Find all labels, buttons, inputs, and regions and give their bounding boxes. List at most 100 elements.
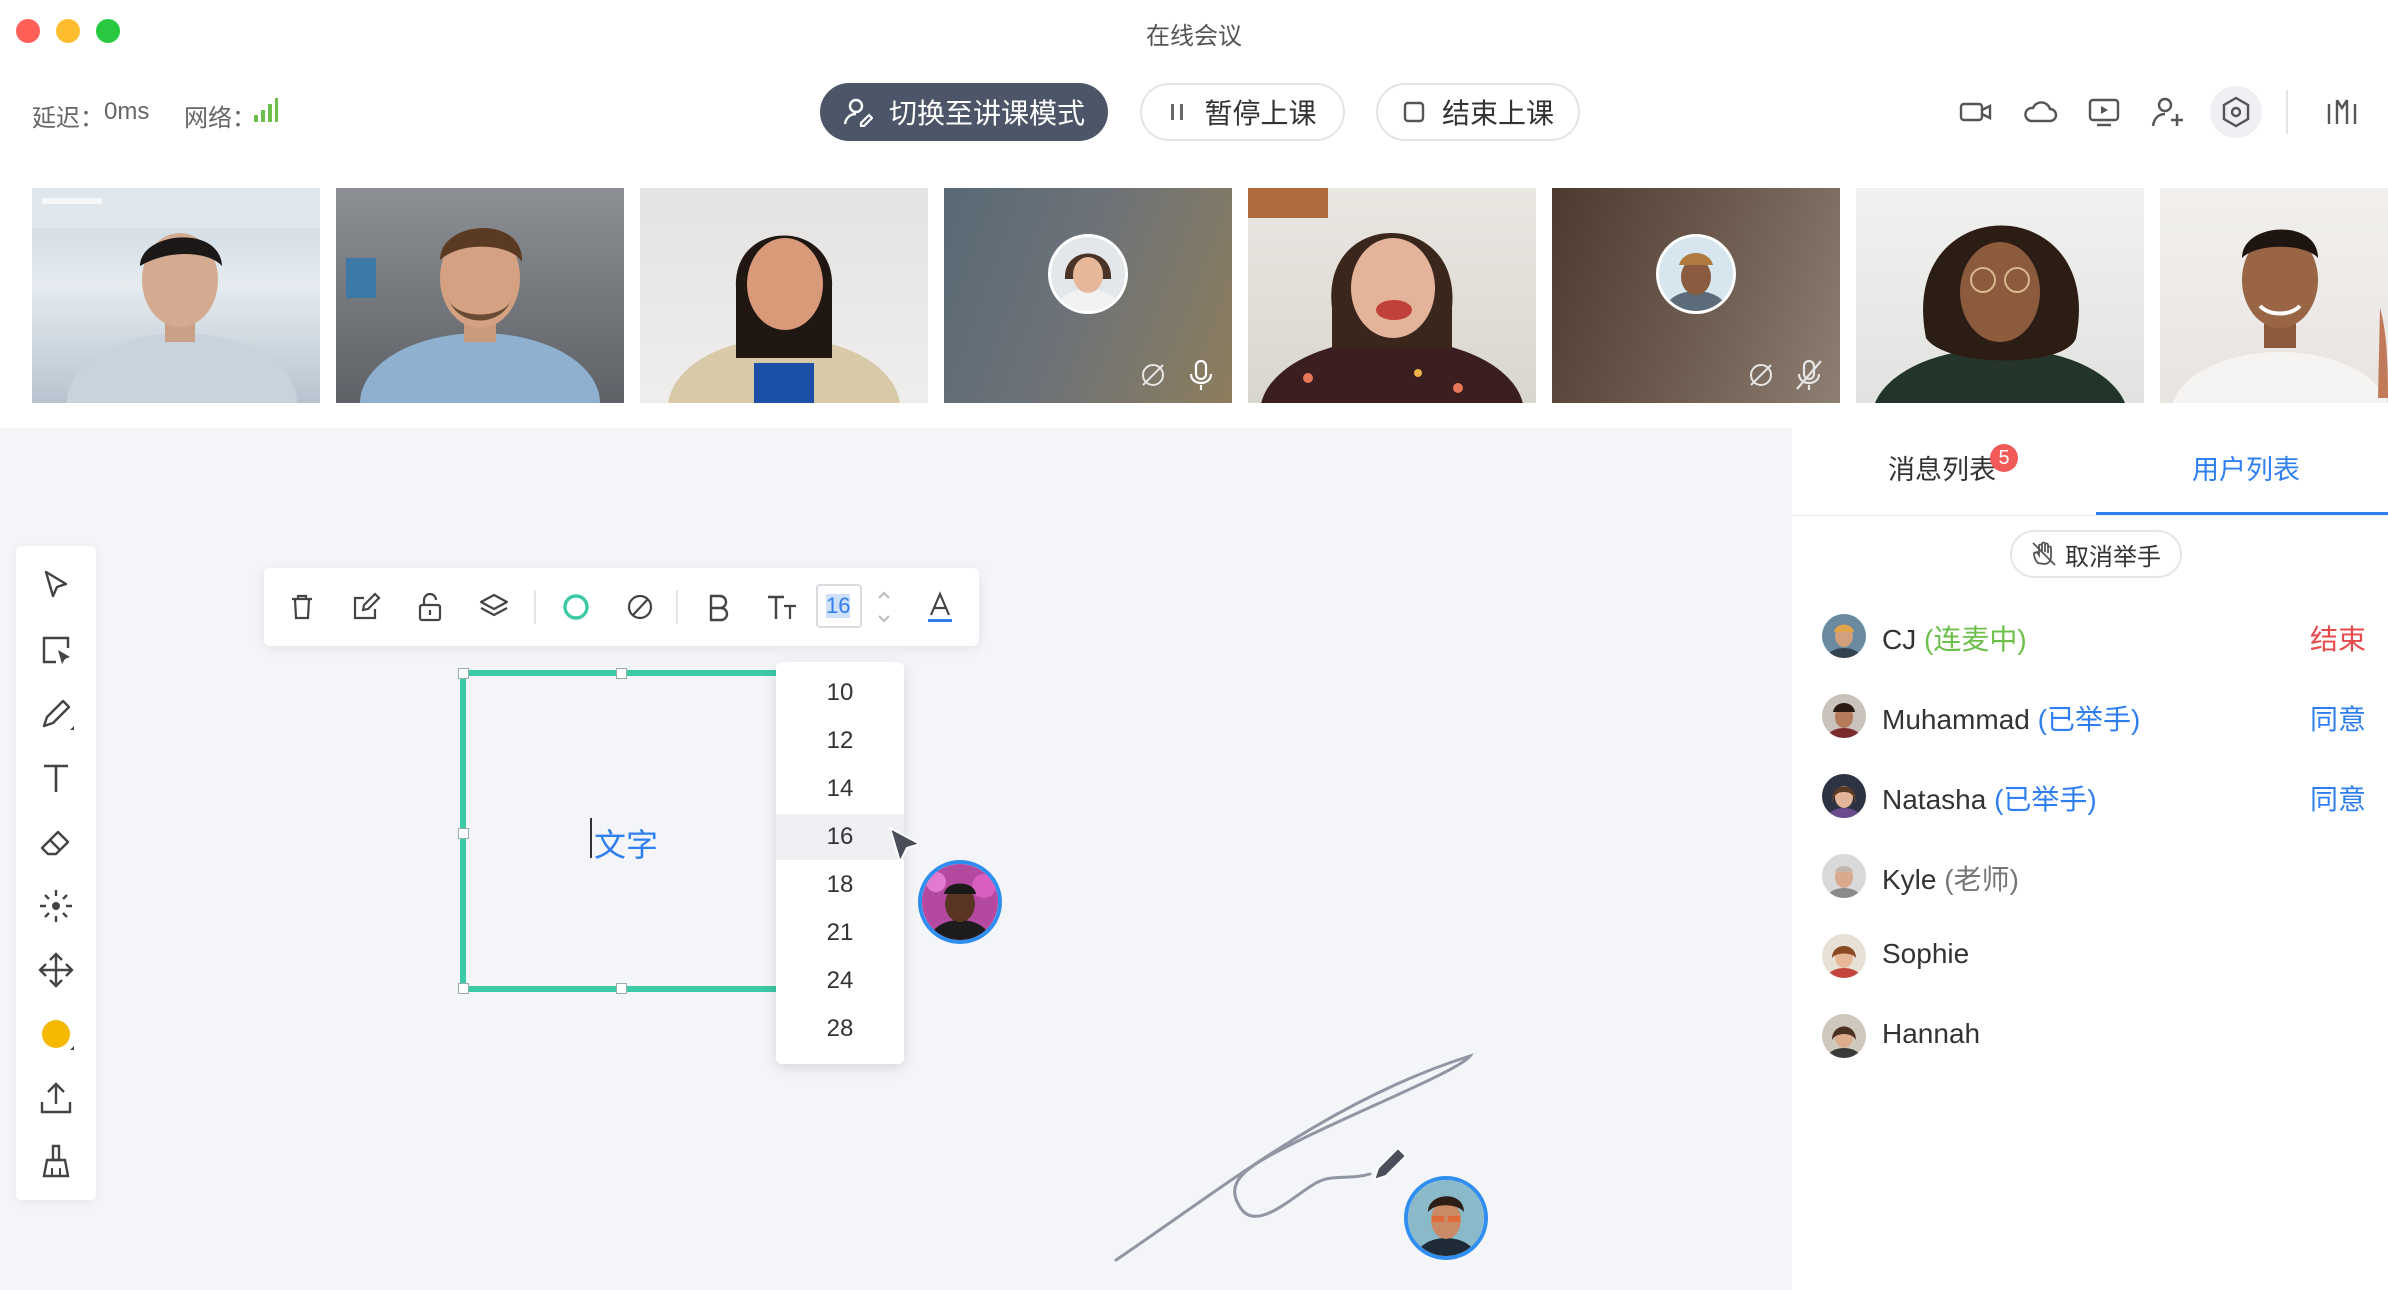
video-tile[interactable] <box>1248 188 1536 403</box>
user-name-line: Natasha (已举手) <box>1882 778 2097 818</box>
camera-off-icon <box>1142 364 1164 386</box>
user-switch-icon <box>843 98 873 127</box>
color-icon[interactable] <box>36 1014 76 1054</box>
avatar <box>1822 614 1866 658</box>
font-size-stepper[interactable] <box>876 588 892 626</box>
canvas-text[interactable]: 文字 <box>594 820 658 866</box>
user-name: Sophie <box>1882 938 1970 969</box>
video-tile[interactable] <box>2160 188 2388 403</box>
unread-badge: 5 <box>1990 444 2018 472</box>
remote-pen-icon <box>1373 1147 1407 1181</box>
tab-users[interactable]: 用户列表 <box>2192 448 2300 487</box>
video-tile[interactable] <box>1856 188 2144 403</box>
user-row: CJ (连麦中) 结束 <box>1822 608 2366 664</box>
remote-user-avatar <box>918 860 1002 944</box>
switch-lecture-mode-label: 切换至讲课模式 <box>888 98 1085 129</box>
pen-icon[interactable] <box>36 694 76 734</box>
font-size-option[interactable]: 21 <box>776 910 904 956</box>
resize-handle[interactable] <box>458 668 469 679</box>
add-user-icon[interactable] <box>2150 94 2186 130</box>
font-size-input[interactable]: 16 <box>816 584 862 628</box>
participant-video <box>668 235 900 403</box>
video-tile[interactable] <box>32 188 320 403</box>
user-name: Hannah <box>1882 1018 1981 1049</box>
top-toolbar: 延迟： 0ms 网络： 切换至讲课模式 暂停上课 结束上课 <box>0 62 2388 166</box>
cancel-raise-hand-button[interactable]: 取消举手 <box>2010 530 2182 578</box>
toolbar-divider <box>534 590 536 624</box>
user-row: Sophie <box>1822 928 2366 984</box>
user-name-line: CJ (连麦中) <box>1882 618 2027 658</box>
cancel-raise-hand-label: 取消举手 <box>2065 543 2161 571</box>
eraser-icon[interactable] <box>36 822 76 862</box>
resize-handle[interactable] <box>616 983 627 994</box>
delete-icon[interactable] <box>284 589 320 625</box>
font-size-option-selected[interactable]: 16 <box>776 814 904 860</box>
select-icon[interactable] <box>36 630 76 670</box>
pointer-icon[interactable] <box>36 566 76 606</box>
approve-button[interactable]: 同意 <box>2310 698 2366 738</box>
participant-video <box>1874 225 2126 403</box>
upload-icon[interactable] <box>36 1078 76 1118</box>
resize-handle[interactable] <box>458 828 469 839</box>
text-icon[interactable] <box>36 758 76 798</box>
equalizer-icon[interactable] <box>2324 94 2360 130</box>
font-size-option[interactable]: 18 <box>776 862 904 908</box>
pause-icon <box>1171 104 1184 120</box>
avatar <box>1822 694 1866 738</box>
camera-off-icon <box>1750 364 1772 386</box>
resize-handle[interactable] <box>616 668 627 679</box>
video-tile-camera-off[interactable] <box>944 188 1232 403</box>
end-connection-button[interactable]: 结束 <box>2310 618 2366 658</box>
clear-icon[interactable] <box>36 1142 76 1182</box>
switch-lecture-mode-button[interactable]: 切换至讲课模式 <box>820 83 1108 141</box>
participant-video <box>346 227 600 403</box>
user-name: CJ <box>1882 624 1917 655</box>
font-size-option[interactable]: 12 <box>776 718 904 764</box>
font-size-option[interactable]: 24 <box>776 958 904 1004</box>
remote-user-avatar <box>1404 1176 1488 1260</box>
layers-icon[interactable] <box>476 589 512 625</box>
tab-messages[interactable]: 消息列表 <box>1888 448 1996 487</box>
end-class-button[interactable]: 结束上课 <box>1376 83 1580 141</box>
user-name-line: Muhammad (已举手) <box>1882 698 2140 738</box>
camera-icon[interactable] <box>1958 94 1994 130</box>
move-icon[interactable] <box>36 950 76 990</box>
user-status-tag: (已举手) <box>2037 704 2141 735</box>
stroke-color-icon[interactable] <box>558 589 594 625</box>
video-tile[interactable] <box>336 188 624 403</box>
toolbar-divider <box>2286 90 2288 134</box>
video-tile-camera-off[interactable] <box>1552 188 1840 403</box>
text-color-icon[interactable] <box>922 589 958 625</box>
resize-handle[interactable] <box>458 983 469 994</box>
microphone-icon <box>1189 359 1213 390</box>
cloud-icon[interactable] <box>2022 94 2058 130</box>
tab-divider <box>1792 515 2388 516</box>
unlock-icon[interactable] <box>412 589 448 625</box>
latency-value: 0ms <box>104 98 150 125</box>
screen-share-icon[interactable] <box>2086 94 2122 130</box>
user-row: Hannah <box>1822 1008 2366 1064</box>
font-size-option[interactable]: 14 <box>776 766 904 812</box>
participant-video <box>1248 188 1523 403</box>
avatar <box>1822 1014 1866 1058</box>
bold-icon[interactable] <box>700 589 736 625</box>
avatar <box>1048 234 1128 314</box>
approve-button[interactable]: 同意 <box>2310 778 2366 818</box>
video-tile[interactable] <box>640 188 928 403</box>
pause-class-button[interactable]: 暂停上课 <box>1140 83 1345 141</box>
participant-video <box>2172 229 2388 403</box>
network-signal-icon <box>254 98 278 122</box>
laser-icon[interactable] <box>36 886 76 926</box>
fill-none-icon[interactable] <box>622 589 658 625</box>
user-name-line: Hannah <box>1882 1018 1980 1050</box>
font-size-dropdown: 10 12 14 16 18 21 24 28 <box>776 662 904 1064</box>
font-size-option[interactable]: 28 <box>776 1006 904 1052</box>
user-name: Muhammad <box>1882 704 2030 735</box>
edit-icon[interactable] <box>348 589 384 625</box>
user-row: Kyle (老师) <box>1822 848 2366 904</box>
stop-icon <box>1403 101 1425 123</box>
font-size-icon[interactable] <box>764 589 800 625</box>
font-size-option[interactable]: 10 <box>776 670 904 716</box>
text-shape-selected[interactable]: 文字 <box>458 668 776 994</box>
settings-button[interactable] <box>2210 86 2262 138</box>
